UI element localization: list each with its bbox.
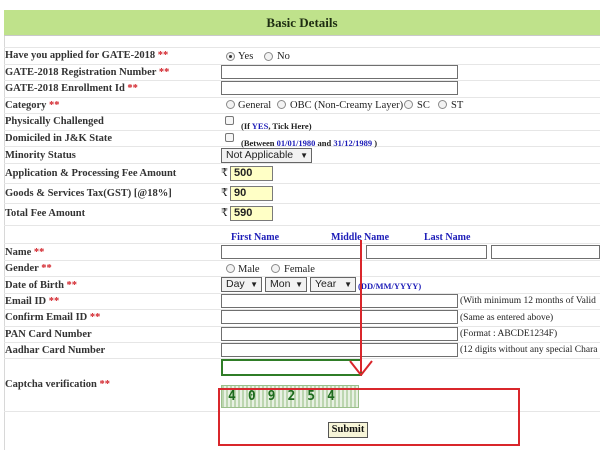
- rupee-icon: ₹: [221, 207, 228, 219]
- total-fee-value: 590: [230, 206, 273, 221]
- first-name-header: First Name: [231, 232, 280, 243]
- rupee-icon: ₹: [221, 167, 228, 179]
- annotation-line: [360, 240, 362, 372]
- physically-challenged-checkbox[interactable]: [225, 116, 234, 125]
- pan-hint: (Format : ABCDE1234F): [460, 329, 558, 339]
- dob-year-select[interactable]: Year ▼: [310, 277, 356, 292]
- application-fee-label: Application & Processing Fee Amount: [5, 168, 177, 179]
- chevron-down-icon: ▼: [300, 151, 308, 160]
- middle-name-input[interactable]: [366, 245, 487, 259]
- category-general-radio[interactable]: [226, 100, 235, 109]
- chevron-down-icon: ▼: [344, 280, 352, 289]
- confirm-email-hint: (Same as entered above): [460, 313, 554, 323]
- enrollment-id-label: GATE-2018 Enrollment Id **: [5, 83, 138, 94]
- total-fee-label: Total Fee Amount: [5, 208, 86, 219]
- rupee-icon: ₹: [221, 187, 228, 199]
- row-divider: [4, 411, 600, 412]
- aadhar-hint: (12 digits without any special Chara: [460, 345, 598, 355]
- row-divider: [4, 225, 600, 226]
- registration-number-input[interactable]: [221, 65, 458, 79]
- gender-female-radio[interactable]: [271, 264, 280, 273]
- captcha-image: 409254: [221, 385, 359, 408]
- gst-label: Goods & Services Tax(GST) [@18%]: [5, 188, 172, 199]
- applied-yes-label: Yes: [238, 51, 254, 62]
- last-name-input[interactable]: [491, 245, 600, 259]
- last-name-header: Last Name: [424, 232, 471, 243]
- applied-no-radio[interactable]: [264, 52, 273, 61]
- row-divider: [4, 203, 600, 204]
- applied-yes-radio[interactable]: [226, 52, 235, 61]
- minority-status-select[interactable]: Not Applicable ▼: [221, 148, 312, 163]
- gender-label: Gender **: [5, 263, 52, 274]
- row-divider: [4, 97, 600, 98]
- email-input[interactable]: [221, 294, 458, 308]
- name-label: Name **: [5, 247, 45, 258]
- domiciled-note: (Between 01/01/1980 and 31/12/1989 ): [241, 138, 378, 148]
- physically-challenged-note: (If YES, Tick Here): [241, 121, 312, 131]
- domiciled-label: Domiciled in J&K State: [5, 133, 113, 144]
- pan-input[interactable]: [221, 327, 458, 341]
- category-obc-radio[interactable]: [277, 100, 286, 109]
- category-label: Category **: [5, 100, 60, 111]
- category-general-label: General: [238, 100, 272, 111]
- email-hint: (With minimum 12 months of Valid: [460, 296, 596, 306]
- gender-male-label: Male: [238, 264, 260, 275]
- application-fee-value: 500: [230, 166, 273, 181]
- annotation-arrowhead-icon: [349, 360, 373, 376]
- row-divider: [4, 113, 600, 114]
- row-divider: [4, 183, 600, 184]
- gender-female-label: Female: [284, 264, 315, 275]
- first-name-input[interactable]: [221, 245, 361, 259]
- enrollment-id-input[interactable]: [221, 81, 458, 95]
- row-divider: [4, 243, 600, 244]
- row-divider: [4, 47, 600, 48]
- dob-format-hint: (DD/MM/YYYY): [358, 281, 422, 291]
- captcha-input[interactable]: [221, 359, 362, 376]
- applied-no-label: No: [277, 51, 290, 62]
- category-sc-label: SC: [417, 100, 430, 111]
- submit-button[interactable]: Submit: [328, 422, 368, 438]
- row-divider: [4, 163, 600, 164]
- chevron-down-icon: ▼: [250, 280, 258, 289]
- gender-male-radio[interactable]: [226, 264, 235, 273]
- domiciled-checkbox[interactable]: [225, 133, 234, 142]
- category-sc-radio[interactable]: [404, 100, 413, 109]
- applied-gate-label: Have you applied for GATE-2018 **: [5, 50, 169, 61]
- chevron-down-icon: ▼: [295, 280, 303, 289]
- aadhar-input[interactable]: [221, 343, 458, 357]
- captcha-label: Captcha verification **: [5, 379, 110, 390]
- dob-month-select[interactable]: Mon ▼: [265, 277, 307, 292]
- gst-value: 90: [230, 186, 273, 201]
- confirm-email-label: Confirm Email ID **: [5, 312, 101, 323]
- aadhar-label: Aadhar Card Number: [5, 345, 106, 356]
- pan-label: PAN Card Number: [5, 329, 92, 340]
- category-obc-label: OBC (Non-Creamy Layer): [290, 100, 404, 111]
- physically-challenged-label: Physically Challenged: [5, 116, 104, 127]
- category-st-label: ST: [451, 100, 464, 111]
- dob-day-select[interactable]: Day ▼: [221, 277, 262, 292]
- dob-label: Date of Birth **: [5, 280, 78, 291]
- registration-number-label: GATE-2018 Registration Number **: [5, 67, 170, 78]
- confirm-email-input[interactable]: [221, 310, 458, 324]
- email-label: Email ID **: [5, 296, 60, 307]
- row-divider: [4, 260, 600, 261]
- section-header: Basic Details: [4, 10, 600, 36]
- minority-status-label: Minority Status: [5, 150, 76, 161]
- category-st-radio[interactable]: [438, 100, 447, 109]
